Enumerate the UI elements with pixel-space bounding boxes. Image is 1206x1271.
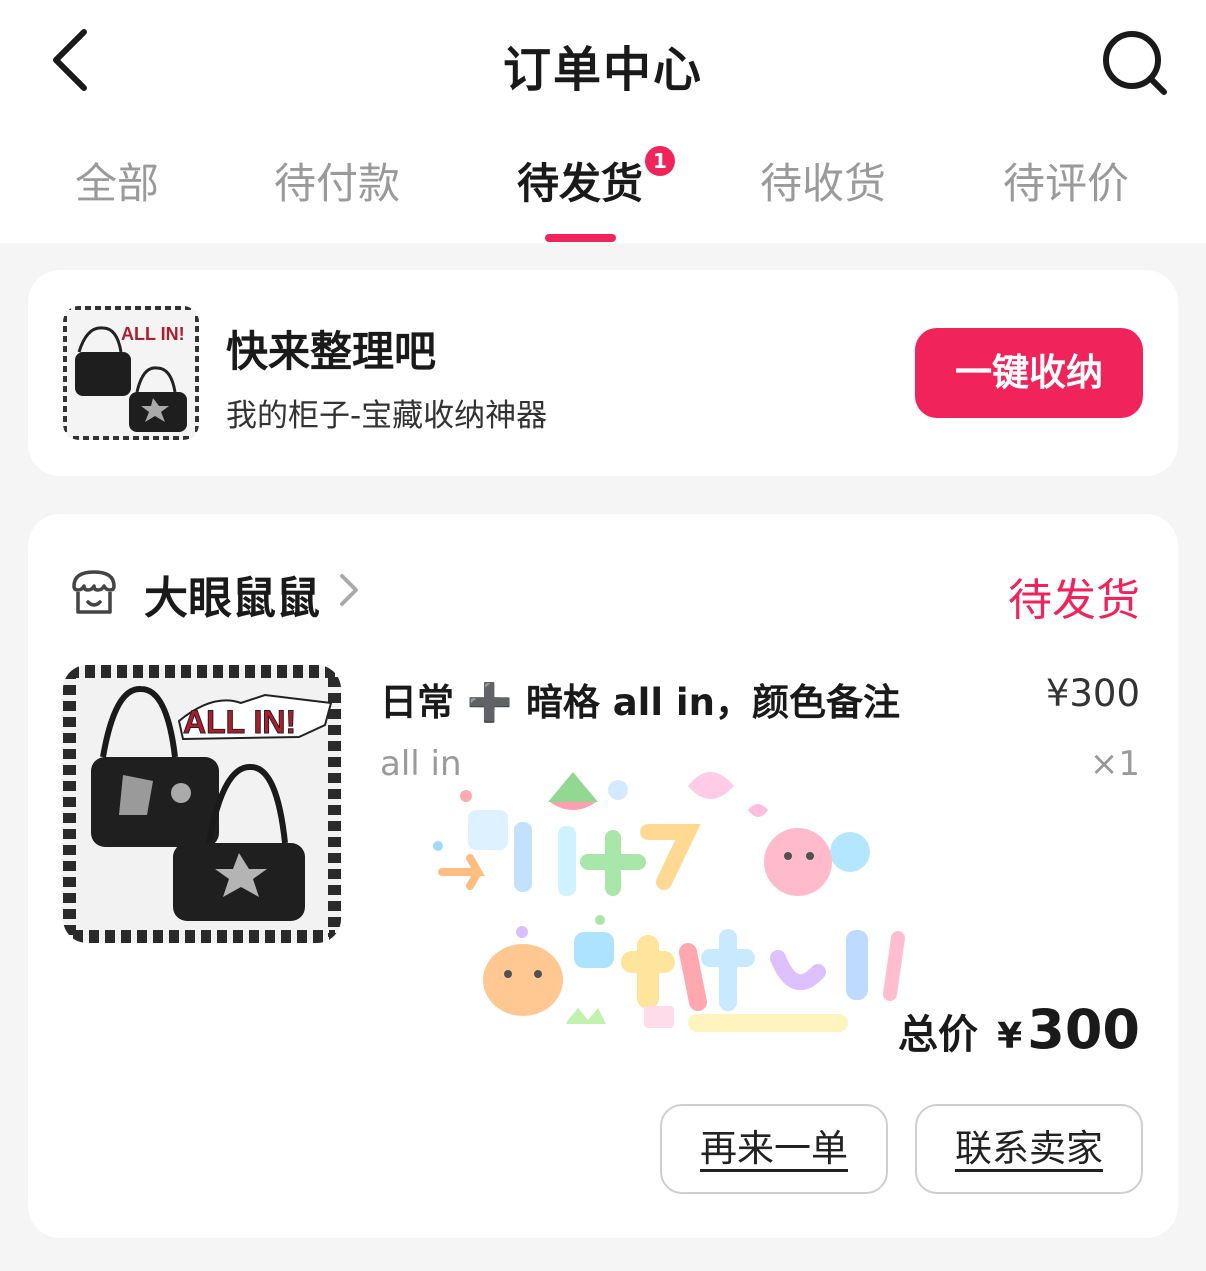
search-button[interactable]	[1098, 26, 1172, 100]
tab-label: 待评价	[1002, 159, 1129, 208]
notification-badge: 1	[645, 146, 675, 176]
product-image[interactable]: ALL IN!	[63, 665, 341, 943]
reorder-button[interactable]: 再来一单	[660, 1104, 888, 1194]
search-icon	[1103, 31, 1167, 95]
promo-subtitle: 我的柜子-宝藏收纳神器	[226, 398, 548, 434]
tab-label: 全部	[74, 159, 159, 208]
order-status: 待发货	[1008, 575, 1140, 626]
tab-all[interactable]: 全部	[72, 150, 162, 220]
decorative-sticker	[433, 772, 905, 1032]
total-label: 总价	[898, 1012, 979, 1058]
tab-pending-payment[interactable]: 待付款	[270, 150, 404, 220]
top-bar: 订单中心 全部 待付款 待发货 1 待收货 待评价	[0, 0, 1206, 243]
total-currency: ¥	[997, 1016, 1023, 1057]
promo-thumb-text: ALL IN!	[121, 324, 185, 344]
active-tab-indicator	[545, 234, 616, 242]
chevron-right-icon	[340, 574, 358, 606]
order-card: 大眼鼠鼠 待发货 ALL IN! 日常 ➕ 暗格 all in，颜色备注 ¥30…	[28, 514, 1178, 1238]
total-value: 300	[1027, 998, 1140, 1061]
order-total: 总价 ¥ 300	[898, 998, 1140, 1061]
order-tabs: 全部 待付款 待发货 1 待收货 待评价	[0, 146, 1206, 220]
tab-pending-shipment[interactable]: 待发货 1	[513, 146, 675, 220]
tab-label: 待发货	[516, 159, 643, 208]
tab-pending-receipt[interactable]: 待收货	[756, 150, 890, 220]
tab-label: 待付款	[273, 159, 400, 208]
shop-icon	[72, 570, 116, 614]
product-price: ¥300	[1045, 672, 1140, 715]
shop-name[interactable]: 大眼鼠鼠	[144, 562, 320, 626]
promo-thumbnail: ALL IN!	[63, 306, 199, 440]
tab-pending-review[interactable]: 待评价	[999, 150, 1133, 220]
one-click-storage-button[interactable]: 一键收纳	[915, 328, 1143, 418]
product-title: 日常 ➕ 暗格 all in，颜色备注	[380, 681, 900, 724]
promo-title: 快来整理吧	[226, 327, 437, 376]
contact-seller-button[interactable]: 联系卖家	[915, 1104, 1143, 1194]
product-image-text: ALL IN!	[183, 704, 296, 740]
tab-label: 待收货	[759, 159, 886, 208]
product-quantity: ×1	[1089, 744, 1140, 784]
page-title: 订单中心	[502, 42, 703, 98]
storage-promo-card: ALL IN! 快来整理吧 我的柜子-宝藏收纳神器 一键收纳	[28, 270, 1178, 476]
